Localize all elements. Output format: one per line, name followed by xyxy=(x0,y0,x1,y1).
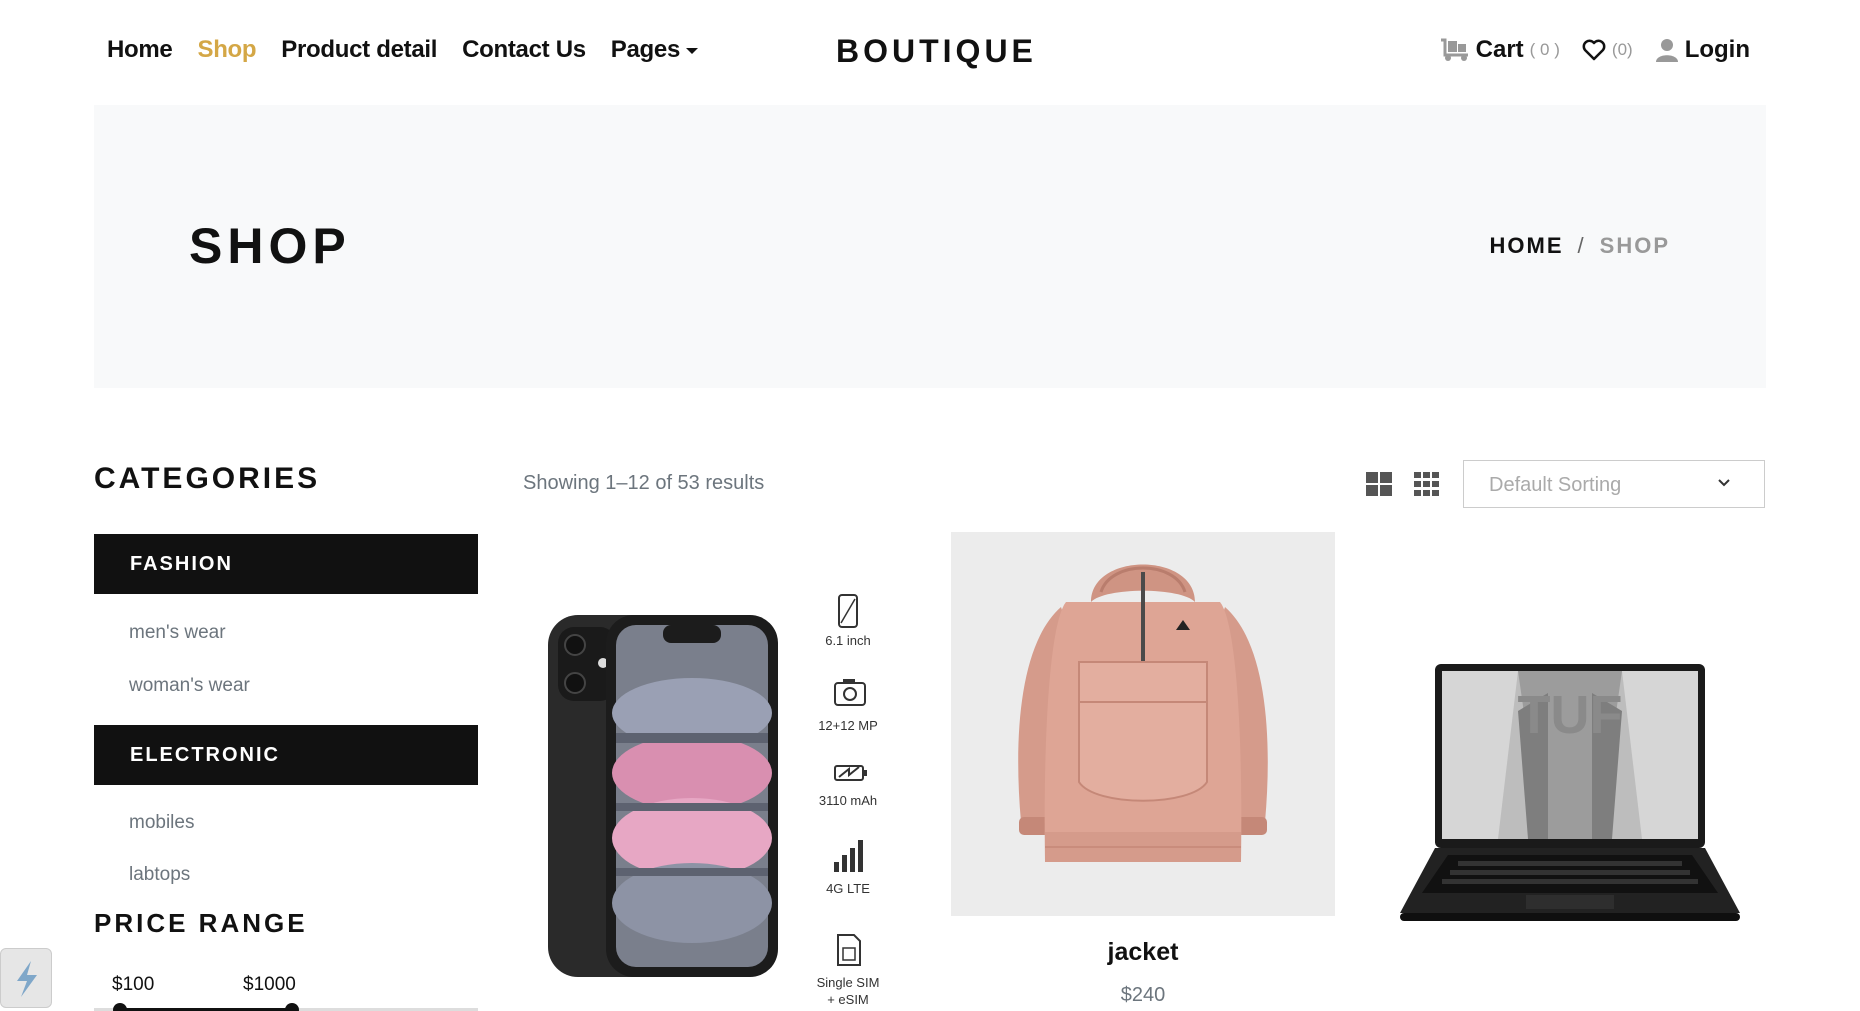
price-max-label: $1000 xyxy=(243,974,296,995)
navbar: Home Shop Product detail Contact Us Page… xyxy=(0,0,1860,104)
smartphone-image: 6.1 inch 12+12 MP 3110 mAh 4G LTE Single… xyxy=(548,594,880,1007)
nav-actions: Cart ( 0 ) (0) Login xyxy=(1440,36,1750,64)
spec-esim: + eSIM xyxy=(827,992,869,1007)
spec-battery: 3110 mAh xyxy=(819,793,877,808)
page-title: SHOP xyxy=(189,218,351,274)
product-card-smartphone[interactable]: 6.1 inch 12+12 MP 3110 mAh 4G LTE Single… xyxy=(523,533,908,1011)
category-item-mobiles[interactable]: mobiles xyxy=(129,812,194,834)
grid-2x2-icon xyxy=(1366,472,1392,496)
price-range-max-handle[interactable] xyxy=(285,1003,299,1011)
results-count: Showing 1–12 of 53 results xyxy=(523,472,765,494)
cart-label: Cart xyxy=(1475,36,1524,63)
product-price-jacket: $240 xyxy=(1120,984,1166,1006)
breadcrumb-home[interactable]: HOME xyxy=(1490,233,1564,259)
grid-large-view-button[interactable] xyxy=(1366,472,1392,496)
jacket-image xyxy=(1018,564,1268,862)
category-header-electronic[interactable]: ELECTRONIC xyxy=(94,725,478,785)
nav-link-shop[interactable]: Shop xyxy=(197,36,256,64)
caret-down-icon xyxy=(686,48,699,54)
breadcrumb: HOME / SHOP xyxy=(1490,233,1670,259)
wishlist-count: (0) xyxy=(1611,40,1633,59)
grid-small-view-button[interactable] xyxy=(1414,472,1440,496)
price-range-min-handle[interactable] xyxy=(113,1003,127,1011)
nav-links: Home Shop Product detail Contact Us Page… xyxy=(107,36,699,64)
nav-link-home[interactable]: Home xyxy=(107,36,173,64)
wishlist-link[interactable]: (0) xyxy=(1582,39,1633,61)
product-card-laptop[interactable]: TUF xyxy=(1378,533,1762,963)
spec-sim: Single SIM xyxy=(817,975,880,990)
price-min-label: $100 xyxy=(112,974,155,995)
spec-network: 4G LTE xyxy=(826,881,870,896)
page-hero: SHOP HOME / SHOP xyxy=(94,105,1766,388)
lightning-icon xyxy=(17,961,37,997)
dolly-icon xyxy=(1440,38,1468,61)
breadcrumb-current: SHOP xyxy=(1599,233,1670,258)
cart-link[interactable]: Cart ( 0 ) xyxy=(1440,36,1560,64)
brand-logo[interactable]: BOUTIQUE xyxy=(836,33,1037,70)
login-link[interactable]: Login xyxy=(1655,36,1750,64)
nav-link-product-detail[interactable]: Product detail xyxy=(281,36,437,64)
category-item-labtops[interactable]: labtops xyxy=(129,864,190,886)
price-range-title: PRICE RANGE xyxy=(94,908,308,938)
category-item-womans-wear[interactable]: woman's wear xyxy=(129,675,250,697)
sort-select-value: Default Sorting xyxy=(1489,474,1622,496)
spec-screen-size: 6.1 inch xyxy=(825,633,871,648)
product-card-jacket[interactable] xyxy=(951,532,1335,916)
category-header-fashion[interactable]: FASHION xyxy=(94,534,478,594)
spec-camera: 12+12 MP xyxy=(818,718,878,733)
product-name-jacket[interactable]: jacket xyxy=(951,938,1335,967)
breadcrumb-separator: / xyxy=(1577,233,1586,258)
nav-link-pages-dropdown[interactable]: Pages xyxy=(611,36,699,64)
login-label: Login xyxy=(1684,36,1750,63)
laptop-screen-logo: TUF xyxy=(1518,685,1623,745)
categories-title: CATEGORIES xyxy=(94,462,321,495)
cart-count: ( 0 ) xyxy=(1529,40,1560,59)
user-icon xyxy=(1655,39,1678,62)
grid-3x3-icon xyxy=(1414,472,1439,496)
nav-link-contact-us[interactable]: Contact Us xyxy=(462,36,586,64)
heart-icon xyxy=(1582,39,1606,61)
sort-select[interactable]: Default Sorting xyxy=(1463,460,1765,508)
laptop-image: TUF xyxy=(1400,664,1740,921)
floating-widget-button[interactable] xyxy=(0,948,52,1008)
category-item-mens-wear[interactable]: men's wear xyxy=(129,622,226,644)
chevron-down-icon xyxy=(1718,479,1730,487)
